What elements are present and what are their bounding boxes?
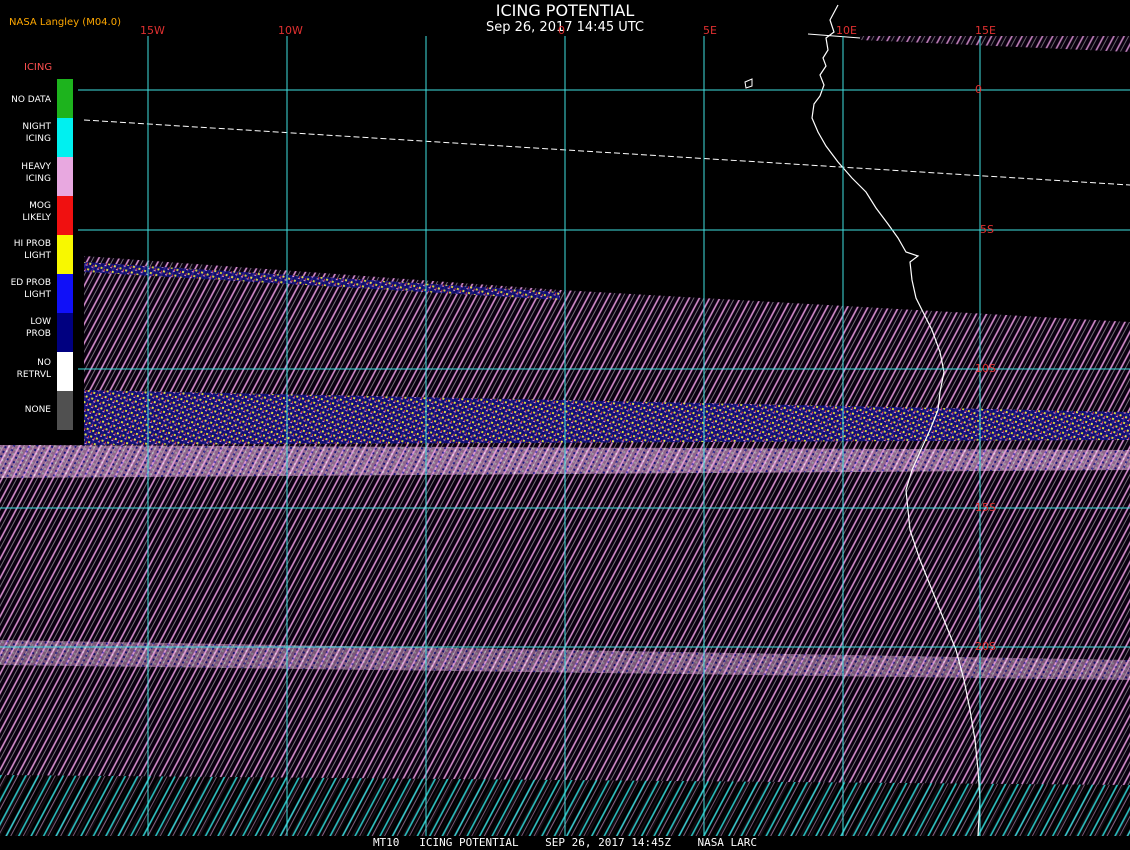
lat-label-15s: 15S	[975, 501, 996, 514]
lon-label-10e: 10E	[836, 24, 857, 37]
legend-label: NO RETRVL	[16, 358, 51, 380]
legend-swatch	[57, 313, 73, 352]
icing-legend: ICING NO DATA NIGHT ICING HEAVY ICING MOG L…	[0, 60, 78, 445]
legend-label: NIGHT ICING	[22, 122, 51, 144]
legend-swatch	[57, 391, 73, 430]
icing-swath-north	[860, 36, 1130, 52]
island	[744, 78, 753, 89]
legend-label: HI PROB LIGHT	[13, 239, 51, 261]
map-timestamp: Sep 26, 2017 14:45 UTC	[485, 20, 645, 35]
legend-label: NO DATA	[11, 95, 51, 105]
legend-swatch	[57, 196, 73, 235]
legend-label: ED PROB LIGHT	[10, 278, 51, 300]
lon-label-10w: 10W	[278, 24, 303, 37]
lat-label-0: 0	[975, 83, 982, 96]
footer-caption: MT10 ICING POTENTIAL SEP 26, 2017 14:45Z…	[0, 836, 1130, 850]
satellite-map[interactable]	[0, 0, 1130, 850]
producer-label: NASA Langley (M04.0)	[9, 17, 121, 28]
legend-swatch	[57, 274, 73, 313]
legend-label: NONE	[24, 405, 51, 415]
legend-title: ICING	[24, 62, 53, 73]
legend-label: MOG LIKELY	[22, 201, 51, 223]
lat-label-5s: 5S	[980, 223, 994, 236]
lon-label-15w: 15W	[140, 24, 165, 37]
legend-swatch	[57, 235, 73, 274]
legend-swatch	[57, 118, 73, 157]
lat-label-10s: 10S	[975, 362, 996, 375]
legend-swatch	[57, 352, 73, 391]
legend-swatch	[57, 79, 73, 118]
lon-label-0: 0	[558, 24, 565, 37]
lon-label-5e: 5E	[703, 24, 717, 37]
map-title: ICING POTENTIAL	[495, 1, 635, 20]
lon-label-15e: 15E	[975, 24, 996, 37]
legend-swatch	[57, 157, 73, 196]
lat-label-20s: 20S	[975, 640, 996, 653]
legend-label: HEAVY ICING	[21, 162, 51, 184]
legend-label: LOW PROB	[26, 317, 51, 339]
orbit-line	[83, 119, 1130, 186]
